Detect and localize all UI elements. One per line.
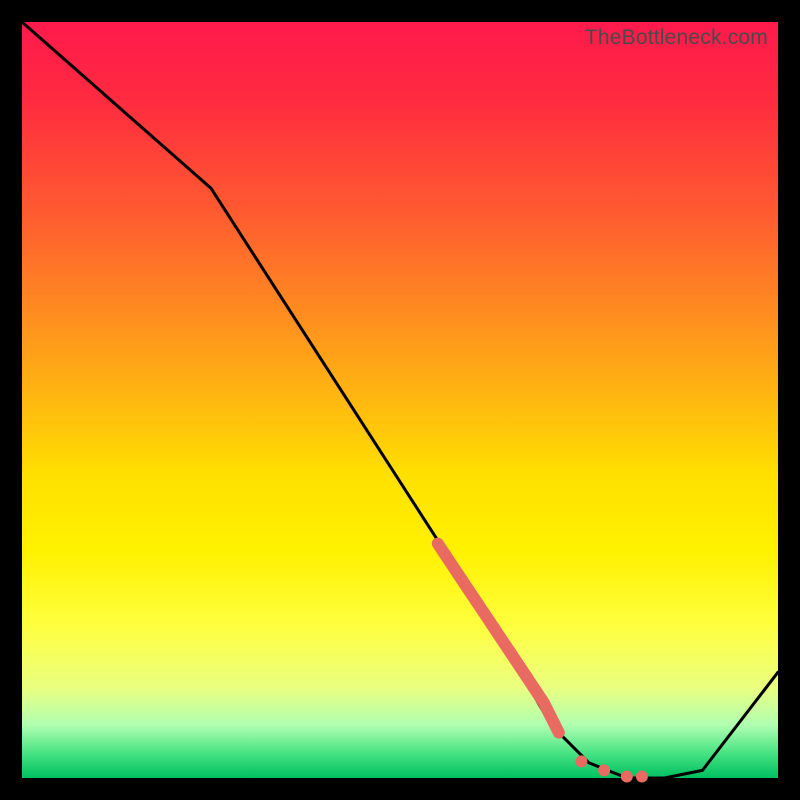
plot-area: TheBottleneck.com [22, 22, 778, 778]
highlight-dot [636, 771, 648, 783]
chart-frame: TheBottleneck.com [0, 0, 800, 800]
highlight-segment [438, 544, 559, 733]
chart-svg [22, 22, 778, 778]
highlight-points [575, 755, 648, 782]
highlight-dot [575, 755, 587, 767]
highlight-dot [598, 764, 610, 776]
highlight-dot [621, 771, 633, 783]
curve-line [22, 22, 778, 778]
